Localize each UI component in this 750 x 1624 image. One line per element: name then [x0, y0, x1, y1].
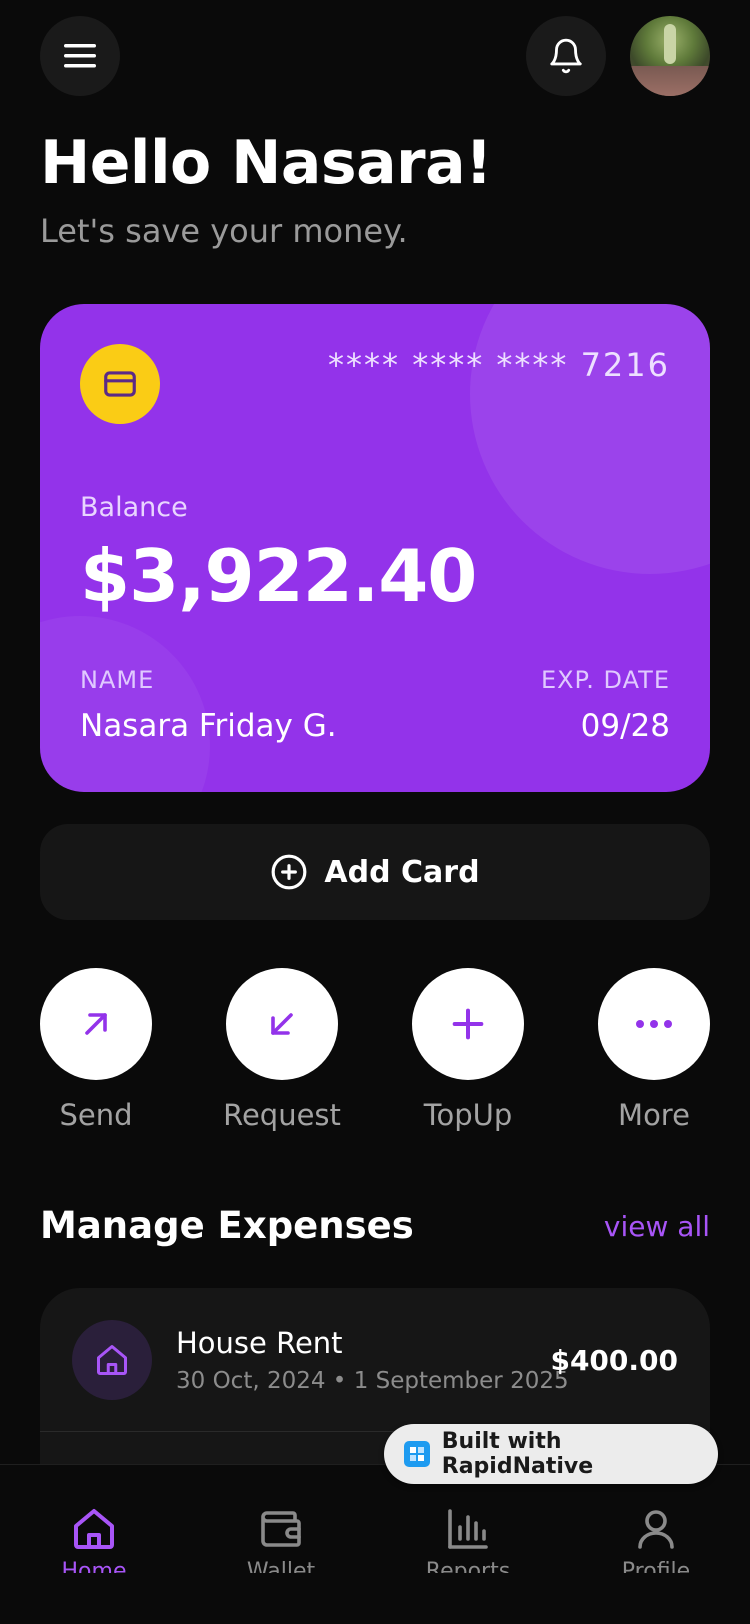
- send-action[interactable]: Send: [40, 968, 152, 1132]
- home-icon: [97, 1345, 127, 1375]
- expense-icon-wrap: [72, 1320, 152, 1400]
- add-card-button[interactable]: Add Card: [40, 824, 710, 920]
- bottom-tab-bar: Home Wallet Reports Profile: [0, 1464, 750, 1624]
- topup-button[interactable]: [412, 968, 524, 1080]
- quick-actions: Send Request TopUp More: [40, 968, 710, 1140]
- card-decoration: [470, 304, 710, 574]
- tab-label: Wallet: [246, 1559, 316, 1573]
- expiry-value: 09/28: [580, 708, 670, 744]
- user-icon: [638, 1510, 674, 1549]
- home-icon: [74, 1509, 114, 1549]
- plus-icon: [452, 1008, 484, 1040]
- arrow-up-right-icon: [85, 1013, 107, 1035]
- arrow-down-left-icon: [271, 1013, 293, 1035]
- more-label: More: [618, 1098, 690, 1132]
- cardholder-label: NAME: [80, 666, 155, 694]
- cardholder-name: Nasara Friday G.: [80, 708, 337, 744]
- tab-reports[interactable]: Reports: [393, 1505, 543, 1573]
- section-title: Manage Expenses: [40, 1204, 414, 1247]
- bar-chart-icon: [448, 1509, 488, 1549]
- badge-label: Built with RapidNative: [441, 1429, 594, 1479]
- tab-label: Reports: [425, 1559, 511, 1573]
- more-dots-icon: [636, 1020, 672, 1028]
- rapidnative-logo-icon: [404, 1441, 430, 1467]
- topup-label: TopUp: [423, 1098, 513, 1132]
- credit-card-icon: [104, 371, 136, 397]
- tab-home[interactable]: Home: [19, 1505, 169, 1573]
- request-label: Request: [223, 1098, 341, 1132]
- balance-card[interactable]: **** **** **** 7216 Balance $3,922.40 NA…: [40, 304, 710, 792]
- card-chip: [80, 344, 160, 424]
- greeting-title: Hello Nasara!: [40, 128, 493, 198]
- wallet-icon: [261, 1511, 301, 1547]
- built-with-badge[interactable]: Built with RapidNative: [384, 1424, 718, 1484]
- add-card-label: Add Card: [324, 854, 480, 890]
- expense-amount: $400.00: [550, 1344, 678, 1377]
- topup-action[interactable]: TopUp: [412, 968, 524, 1132]
- greeting-subtitle: Let's save your money.: [40, 212, 408, 250]
- hamburger-menu-icon: [64, 44, 96, 68]
- balance-label: Balance: [80, 492, 188, 523]
- menu-button[interactable]: [40, 16, 120, 96]
- request-action[interactable]: Request: [223, 968, 341, 1132]
- tab-label: Home: [61, 1559, 127, 1573]
- card-number: **** **** **** 7216: [328, 346, 670, 384]
- list-item[interactable]: House Rent 30 Oct, 2024 • 1 September 20…: [40, 1288, 710, 1432]
- request-button[interactable]: [226, 968, 338, 1080]
- tab-wallet[interactable]: Wallet: [206, 1505, 356, 1573]
- expense-title: House Rent: [176, 1326, 343, 1360]
- more-action[interactable]: More: [598, 968, 710, 1132]
- top-bar: [40, 16, 710, 96]
- bell-icon: [550, 38, 582, 74]
- expiry-label: EXP. DATE: [540, 666, 670, 694]
- card-decoration: [40, 616, 210, 792]
- tab-profile[interactable]: Profile: [581, 1505, 731, 1573]
- send-label: Send: [59, 1098, 133, 1132]
- balance-value: $3,922.40: [80, 534, 477, 618]
- more-button[interactable]: [598, 968, 710, 1080]
- avatar[interactable]: [630, 16, 710, 96]
- expense-date: 30 Oct, 2024 • 1 September 2025: [176, 1368, 569, 1394]
- view-all-link[interactable]: view all: [604, 1210, 710, 1243]
- plus-circle-icon: [272, 854, 307, 890]
- notifications-button[interactable]: [526, 16, 606, 96]
- send-button[interactable]: [40, 968, 152, 1080]
- tab-label: Profile: [621, 1559, 691, 1573]
